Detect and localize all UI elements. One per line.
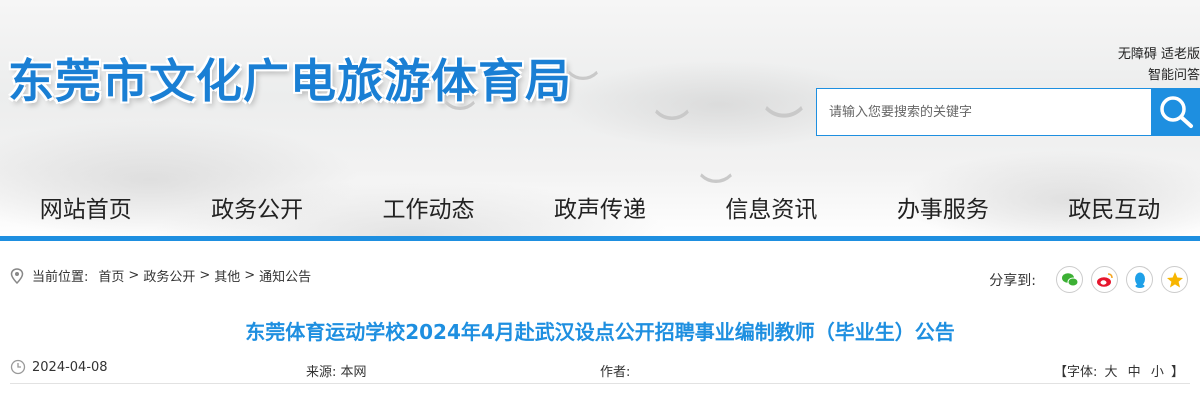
breadcrumb-separator: > (199, 268, 211, 283)
nav-underline (0, 236, 1200, 241)
breadcrumb-home[interactable]: 首页 (98, 266, 124, 285)
article-title: 东莞体育运动学校2024年4月赴武汉设点公开招聘事业编制教师（毕业生）公告 (245, 320, 955, 344)
font-small-button[interactable]: 小 (1151, 365, 1164, 380)
wechat-icon (1061, 272, 1078, 286)
author-label: 作者: (600, 365, 631, 380)
search-input[interactable] (817, 89, 1149, 135)
breadcrumb: 当前位置: 首页 > 政务公开 > 其他 > 通知公告 (10, 266, 315, 285)
share-qzone-button[interactable] (1161, 266, 1188, 293)
elderly-mode-link[interactable]: 适老版 (1161, 47, 1200, 62)
weibo-icon (1096, 272, 1113, 287)
bird-decoration: ︶ (568, 70, 598, 105)
source-label: 来源: (306, 365, 337, 380)
breadcrumb-label: 当前位置: (32, 270, 89, 285)
site-header: 东莞市文化广电旅游体育局 ︶ ︶ ︶ ︶ ︶ 无障碍 适老版 智能问答 网站首页… (0, 0, 1200, 240)
location-pin-icon (10, 267, 24, 284)
article-date-value: 2024-04-08 (32, 359, 108, 375)
top-links: 无障碍 适老版 智能问答 (1118, 44, 1200, 86)
smart-qa-link[interactable]: 智能问答 (1148, 68, 1200, 83)
qzone-icon (1166, 271, 1183, 287)
font-size-close: 】 (1170, 365, 1184, 380)
search-icon (1160, 96, 1193, 128)
breadcrumb-separator: > (244, 268, 256, 283)
share-bar: 分享到: (989, 266, 1188, 293)
font-size-label: 【字体: (1053, 365, 1098, 380)
clock-icon (10, 359, 26, 375)
article-date: 2024-04-08 (10, 359, 108, 375)
accessibility-link[interactable]: 无障碍 (1118, 47, 1157, 62)
source-value: 本网 (340, 365, 367, 380)
article-meta: 2024-04-08 来源: 本网 作者: 【字体: 大 中 小 】 (0, 359, 1200, 383)
search-box (816, 88, 1152, 136)
bird-decoration: ︶ (765, 104, 804, 148)
font-size-controls: 【字体: 大 中 小 】 (1054, 361, 1184, 380)
bird-decoration: ︶ (655, 108, 689, 148)
breadcrumb-notices[interactable]: 通知公告 (259, 266, 311, 285)
share-weibo-button[interactable] (1091, 266, 1118, 293)
share-wechat-button[interactable] (1056, 266, 1083, 293)
bird-decoration: ︶ (445, 100, 475, 135)
font-large-button[interactable]: 大 (1105, 365, 1118, 380)
nav-item-services[interactable]: 办事服务 (857, 186, 1028, 236)
nav-item-government-affairs[interactable]: 政务公开 (171, 186, 342, 236)
nav-item-home[interactable]: 网站首页 (0, 186, 171, 236)
share-label: 分享到: (989, 272, 1036, 289)
breadcrumb-separator: > (128, 268, 140, 283)
qq-icon (1134, 272, 1145, 288)
site-title[interactable]: 东莞市文化广电旅游体育局 (8, 45, 572, 111)
nav-item-information[interactable]: 信息资讯 (686, 186, 857, 236)
nav-item-policy-voice[interactable]: 政声传递 (514, 186, 685, 236)
breadcrumb-government-affairs[interactable]: 政务公开 (143, 266, 195, 285)
meta-divider (10, 383, 1190, 384)
article-source: 来源: 本网 (306, 361, 367, 380)
article-author: 作者: (600, 361, 630, 380)
search-button[interactable] (1151, 88, 1200, 136)
main-nav: 网站首页 政务公开 工作动态 政声传递 信息资讯 办事服务 政民互动 (0, 186, 1200, 236)
share-qq-button[interactable] (1126, 266, 1153, 293)
breadcrumb-other[interactable]: 其他 (214, 266, 240, 285)
font-medium-button[interactable]: 中 (1128, 365, 1141, 380)
nav-item-interaction[interactable]: 政民互动 (1029, 186, 1200, 236)
nav-item-work-news[interactable]: 工作动态 (343, 186, 514, 236)
